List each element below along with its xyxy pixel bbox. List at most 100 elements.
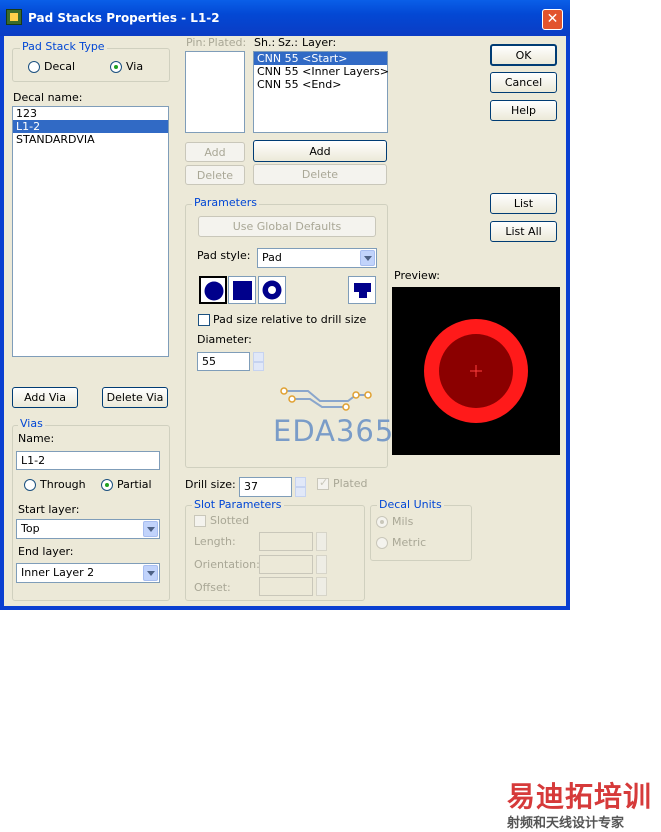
size-column-header: Sz.:	[278, 36, 298, 49]
slot-orientation-input[interactable]	[259, 555, 313, 574]
eda365-watermark: EDA365	[273, 414, 395, 448]
custom-shape-button[interactable]	[348, 276, 376, 304]
layer-add-button[interactable]: Add	[253, 140, 387, 162]
ok-button[interactable]: OK	[490, 44, 557, 66]
start-layer-value: Top	[21, 522, 40, 535]
chevron-down-icon[interactable]	[143, 521, 158, 537]
circuit-trace-logo	[280, 387, 372, 411]
layer-list[interactable]: CNN 55 <Start> CNN 55 <Inner Layers> CNN…	[253, 51, 389, 133]
through-radio[interactable]	[24, 479, 36, 491]
slot-offset-label: Offset:	[194, 581, 231, 594]
drill-size-input[interactable]: 37	[239, 477, 292, 497]
pad-style-label: Pad style:	[197, 249, 251, 262]
relative-size-checkbox[interactable]	[198, 314, 210, 326]
pin-delete-button[interactable]: Delete	[185, 165, 245, 185]
layer-list-item-selected[interactable]: CNN 55 <Start>	[254, 52, 387, 65]
decal-list-item[interactable]: 123	[13, 107, 168, 120]
round-shape-button[interactable]	[199, 276, 227, 304]
end-layer-value: Inner Layer 2	[21, 566, 95, 579]
add-via-button[interactable]: Add Via	[12, 387, 78, 408]
slot-offset-input[interactable]	[259, 577, 313, 596]
relative-size-label: Pad size relative to drill size	[213, 313, 367, 326]
drill-size-label: Drill size:	[185, 478, 236, 491]
square-shape-button[interactable]	[228, 276, 256, 304]
pin-list[interactable]	[185, 51, 245, 133]
end-layer-label: End layer:	[18, 545, 74, 558]
title-bar[interactable]: Pad Stacks Properties - L1-2 ✕	[0, 0, 570, 36]
metric-radio[interactable]	[376, 537, 388, 549]
layer-list-item[interactable]: CNN 55 <End>	[254, 78, 387, 91]
via-name-label: Name:	[18, 432, 55, 445]
start-layer-select[interactable]: Top	[16, 519, 160, 539]
decal-units-legend: Decal Units	[377, 498, 444, 511]
annular-shape-button[interactable]	[258, 276, 286, 304]
decal-list-item[interactable]: STANDARDVIA	[13, 133, 168, 146]
drill-spin-up[interactable]	[295, 477, 306, 487]
footer-watermark-sub: 射频和天线设计专家	[507, 816, 625, 831]
slot-orientation-label: Orientation:	[194, 558, 260, 571]
slotted-label: Slotted	[210, 514, 250, 527]
pad-style-select[interactable]: Pad	[257, 248, 377, 268]
use-global-defaults-button[interactable]: Use Global Defaults	[198, 216, 376, 237]
decal-radio[interactable]	[28, 61, 40, 73]
diameter-spin-down[interactable]	[253, 362, 264, 371]
square-pad-icon	[233, 281, 252, 300]
close-icon: ✕	[546, 11, 559, 27]
dialog-client-area: Pad Stack Type Decal Via Decal name: 123…	[4, 36, 566, 606]
via-radio[interactable]	[110, 61, 122, 73]
preview-label: Preview:	[394, 269, 440, 282]
mils-radio-label: Mils	[392, 515, 414, 528]
end-layer-select[interactable]: Inner Layer 2	[16, 563, 160, 583]
diameter-label: Diameter:	[197, 333, 252, 346]
close-button[interactable]: ✕	[542, 9, 563, 30]
drill-spin-down[interactable]	[295, 487, 306, 497]
slot-length-label: Length:	[194, 535, 236, 548]
slotted-checkbox[interactable]	[194, 515, 206, 527]
list-button[interactable]: List	[490, 193, 557, 214]
decal-name-label: Decal name:	[13, 91, 83, 104]
metric-radio-label: Metric	[392, 536, 427, 549]
decal-list-item-selected[interactable]: L1-2	[13, 120, 168, 133]
plated-column-header: Plated:	[208, 36, 247, 49]
slot-offset-spinner[interactable]	[316, 577, 327, 596]
via-name-input[interactable]: L1-2	[16, 451, 160, 470]
layer-column-header: Layer:	[302, 36, 337, 49]
chevron-down-icon[interactable]	[360, 250, 375, 266]
list-all-button[interactable]: List All	[490, 221, 557, 242]
cancel-button[interactable]: Cancel	[490, 72, 557, 93]
layer-delete-button[interactable]: Delete	[253, 164, 387, 185]
window-title: Pad Stacks Properties - L1-2	[28, 11, 220, 25]
through-radio-label: Through	[40, 478, 86, 491]
plated-label: Plated	[333, 477, 368, 490]
vias-legend: Vias	[18, 417, 45, 430]
pad-stack-type-legend: Pad Stack Type	[20, 40, 107, 53]
annular-ring-icon	[262, 280, 282, 300]
pad-style-value: Pad	[262, 251, 282, 264]
decal-name-list[interactable]: 123 L1-2 STANDARDVIA	[12, 106, 169, 357]
slot-length-spinner[interactable]	[316, 532, 327, 551]
thermal-pad-icon	[354, 283, 371, 298]
parameters-legend: Parameters	[192, 196, 259, 209]
diameter-spin-up[interactable]	[253, 352, 264, 362]
pin-column-header: Pin:	[186, 36, 207, 49]
start-layer-label: Start layer:	[18, 503, 80, 516]
pad-preview-canvas	[392, 287, 560, 455]
help-button[interactable]: Help	[490, 100, 557, 121]
layer-list-item[interactable]: CNN 55 <Inner Layers>	[254, 65, 389, 78]
mils-radio[interactable]	[376, 516, 388, 528]
shape-column-header: Sh.:	[254, 36, 276, 49]
app-icon	[6, 9, 22, 25]
delete-via-button[interactable]: Delete Via	[102, 387, 168, 408]
pin-add-button[interactable]: Add	[185, 142, 245, 162]
decal-radio-label: Decal	[44, 60, 76, 73]
pad-preview-drawing	[424, 319, 528, 423]
plated-checkbox[interactable]	[317, 476, 329, 490]
via-radio-label: Via	[126, 60, 144, 73]
decal-units-group	[370, 505, 472, 561]
partial-radio[interactable]	[101, 479, 113, 491]
slot-length-input[interactable]	[259, 532, 313, 551]
chevron-down-icon[interactable]	[143, 565, 158, 581]
slot-orientation-spinner[interactable]	[316, 555, 327, 574]
diameter-input[interactable]: 55	[197, 352, 250, 371]
slot-parameters-legend: Slot Parameters	[192, 498, 284, 511]
